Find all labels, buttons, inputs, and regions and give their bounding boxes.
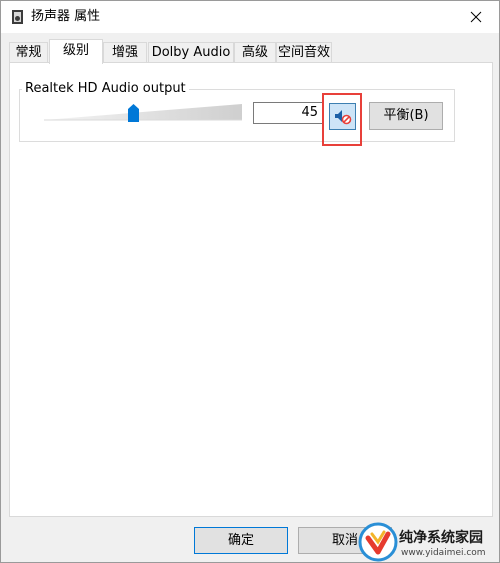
volume-value-field[interactable]: 45 [253, 102, 323, 124]
watermark-logo-icon [358, 522, 398, 562]
title-bar: 扬声器 属性 [1, 1, 499, 33]
speaker-app-icon [10, 9, 26, 25]
levels-panel: Realtek HD Audio output 45 平衡(B) [9, 62, 493, 517]
tab-spatial-sound[interactable]: 空间音效 [276, 42, 332, 63]
tab-enhancements[interactable]: 增强 [103, 42, 147, 63]
watermark-url: www.yidaimei.com [401, 548, 486, 558]
speaker-properties-dialog: 扬声器 属性 常规 级别 增强 Dolby Audio 高级 空间音效 Real… [0, 0, 500, 563]
volume-slider-thumb[interactable] [128, 104, 140, 122]
volume-ramp [44, 104, 242, 121]
mute-toggle-button[interactable] [329, 103, 356, 130]
balance-button[interactable]: 平衡(B) [369, 102, 443, 130]
close-icon [470, 11, 482, 23]
close-button[interactable] [453, 1, 499, 33]
tab-advanced[interactable]: 高级 [234, 42, 276, 63]
tab-levels[interactable]: 级别 [49, 39, 103, 64]
speaker-muted-icon [334, 109, 351, 124]
ok-button[interactable]: 确定 [194, 527, 288, 554]
tab-dolby-audio[interactable]: Dolby Audio [148, 42, 234, 63]
watermark-text: 纯净系统家园 [399, 530, 483, 546]
volume-slider[interactable] [44, 100, 242, 122]
tab-strip: 常规 级别 增强 Dolby Audio 高级 空间音效 [9, 39, 493, 64]
window-title: 扬声器 属性 [31, 9, 101, 24]
device-name-label: Realtek HD Audio output [22, 80, 189, 98]
tab-general[interactable]: 常规 [9, 42, 48, 63]
